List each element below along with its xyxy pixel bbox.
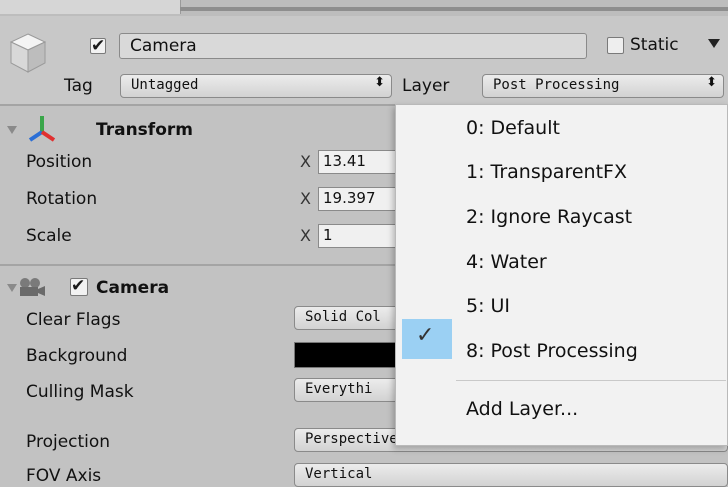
layer-label: Layer [402, 76, 450, 96]
layer-menu-item-selected[interactable]: 8: Post Processing [466, 340, 638, 362]
layer-menu-item[interactable]: 1: TransparentFX [466, 161, 627, 183]
background-label: Background [26, 346, 128, 366]
selected-indicator: ✓ [402, 319, 452, 359]
layer-menu-item[interactable]: 4: Water [466, 251, 547, 273]
active-checkbox[interactable]: ✔ [90, 36, 106, 56]
menu-divider [456, 380, 726, 381]
add-layer-item[interactable]: Add Layer... [466, 398, 578, 420]
checkmark-icon: ✔ [91, 36, 106, 56]
layer-value: Post Processing [493, 77, 620, 93]
transform-title[interactable]: Transform [96, 120, 193, 140]
dropdown-arrow-icon: ⬍ [374, 75, 385, 90]
layer-popup-menu: 0: Default 1: TransparentFX 2: Ignore Ra… [395, 104, 728, 446]
checkmark-icon: ✔ [71, 276, 86, 296]
static-dropdown-arrow-icon[interactable] [708, 39, 720, 48]
culling-mask-value: Everythi [305, 381, 373, 397]
camera-enabled-checkbox[interactable]: ✔ [70, 276, 88, 296]
tag-dropdown[interactable]: Untagged ⬍ [120, 74, 392, 98]
projection-label: Projection [26, 432, 111, 452]
background-color-swatch[interactable] [294, 342, 398, 368]
tab-strip [0, 0, 728, 16]
fov-axis-value: Vertical [305, 466, 373, 482]
object-name-field[interactable]: Camera [119, 33, 587, 59]
transform-axes-icon [28, 116, 56, 142]
scale-label: Scale [26, 226, 72, 246]
position-x-field[interactable]: 13.41 [318, 150, 398, 174]
clear-flags-label: Clear Flags [26, 310, 121, 330]
projection-value: Perspective [305, 431, 398, 447]
dropdown-arrow-icon: ⬍ [706, 75, 717, 90]
layer-menu-item[interactable]: 2: Ignore Raycast [466, 206, 632, 228]
static-checkbox[interactable] [607, 37, 624, 54]
clear-flags-value: Solid Col [305, 309, 381, 325]
tag-label: Tag [64, 76, 93, 96]
foldout-arrow-icon[interactable] [6, 124, 18, 136]
inspector-tab[interactable] [0, 0, 181, 14]
gameobject-cube-icon [9, 33, 47, 73]
scale-x-field[interactable]: 1 [318, 224, 398, 248]
position-label: Position [26, 152, 93, 172]
culling-mask-label: Culling Mask [26, 382, 134, 402]
rotation-label: Rotation [26, 189, 98, 209]
tab-strip-divider [180, 7, 728, 11]
layer-menu-item[interactable]: 5: UI [466, 295, 510, 317]
tag-value: Untagged [131, 77, 199, 93]
layer-dropdown[interactable]: Post Processing ⬍ [482, 74, 724, 98]
position-x-axis-label[interactable]: X [300, 152, 311, 171]
fov-axis-label: FOV Axis [26, 466, 102, 486]
checkmark-icon: ✓ [416, 323, 435, 348]
camera-icon [20, 278, 45, 296]
rotation-x-axis-label[interactable]: X [300, 189, 311, 208]
rotation-x-field[interactable]: 19.397 [318, 187, 398, 211]
scale-x-axis-label[interactable]: X [300, 226, 311, 245]
culling-mask-dropdown[interactable]: Everythi [294, 378, 404, 402]
camera-title[interactable]: Camera [96, 278, 169, 298]
fov-axis-dropdown[interactable]: Vertical [294, 463, 728, 487]
layer-menu-item[interactable]: 0: Default [466, 117, 560, 139]
static-label: Static [630, 35, 679, 55]
clear-flags-dropdown[interactable]: Solid Col [294, 306, 404, 330]
